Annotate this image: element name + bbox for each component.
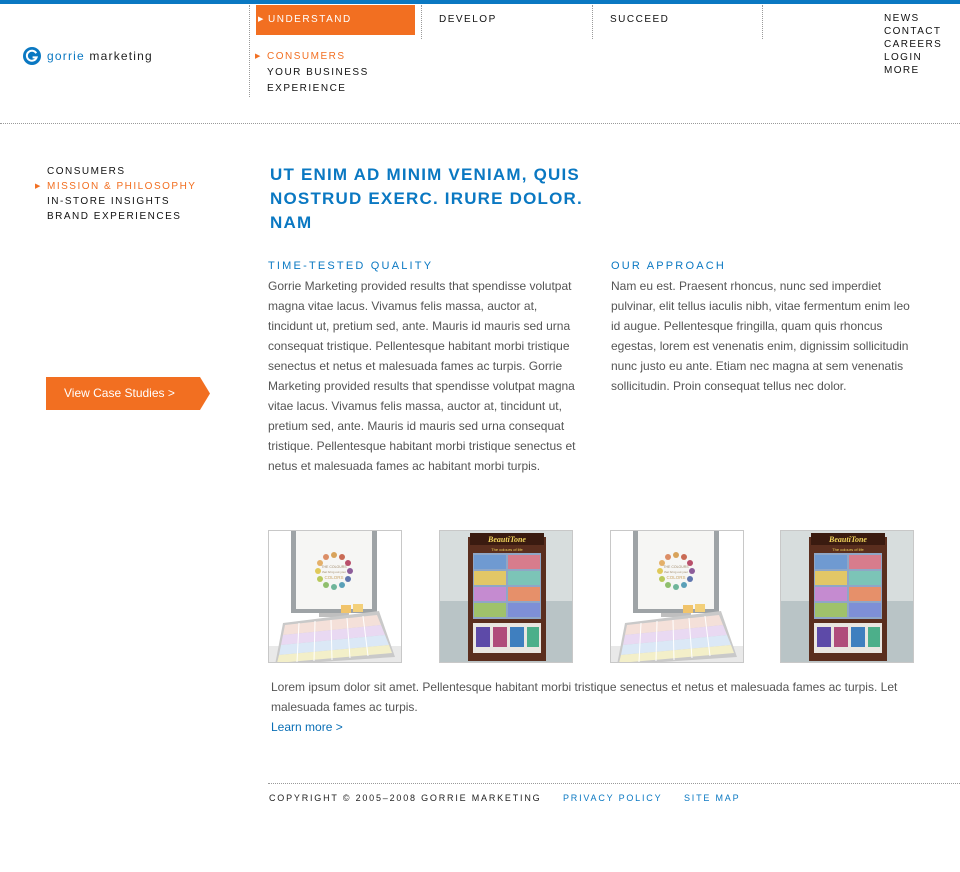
nav-tab-develop[interactable]: DEVELOP bbox=[427, 5, 587, 35]
utility-link-more[interactable]: MORE bbox=[884, 64, 942, 77]
arrow-right-icon: ▶ bbox=[255, 53, 262, 60]
top-accent-bar bbox=[0, 0, 960, 4]
utility-link-careers[interactable]: CAREERS bbox=[884, 38, 942, 51]
column-title-quality: TIME-TESTED QUALITY bbox=[268, 260, 434, 272]
display-tagline-text: The colours of life bbox=[832, 547, 864, 552]
thumbnail-cosmetics-display[interactable]: BeautiTone The colours of life bbox=[780, 530, 914, 663]
sidenav-item-brand-experiences[interactable]: BRAND EXPERIENCES bbox=[47, 210, 196, 225]
display-brand-text: BeautiTone bbox=[487, 535, 526, 544]
sign-text: COLORS bbox=[666, 575, 685, 580]
nav-tab-label: UNDERSTAND bbox=[268, 14, 352, 25]
header-divider bbox=[0, 123, 960, 124]
thumbnail-cosmetics-display[interactable]: BeautiTone The colours of life bbox=[439, 530, 573, 663]
thumbnail-swatch-display[interactable]: THE COLOURS that bring out your COLORS bbox=[610, 530, 744, 663]
subnav-label: CONSUMERS bbox=[267, 51, 346, 62]
display-brand-text: BeautiTone bbox=[828, 535, 867, 544]
site-map-link[interactable]: SITE MAP bbox=[684, 793, 740, 803]
subnav-item-your-business[interactable]: YOUR BUSINESS bbox=[267, 66, 369, 82]
swatch-display-image: THE COLOURS that bring out your COLORS bbox=[269, 531, 401, 662]
learn-more-link[interactable]: Learn more > bbox=[271, 717, 343, 737]
subnav-label: YOUR BUSINESS bbox=[267, 67, 369, 78]
nav-tab-label: DEVELOP bbox=[439, 14, 497, 25]
column-body-quality: Gorrie Marketing provided results that s… bbox=[268, 279, 576, 473]
cosmetics-display-image: BeautiTone The colours of life bbox=[440, 531, 572, 662]
sidenav-label: CONSUMERS bbox=[47, 166, 126, 177]
utility-link-login[interactable]: LOGIN bbox=[884, 51, 942, 64]
utility-link-contact[interactable]: CONTACT bbox=[884, 25, 942, 38]
swatch-display-image: THE COLOURS that bring out your COLORS bbox=[611, 531, 743, 662]
sidenav-label: IN-STORE INSIGHTS bbox=[47, 196, 171, 207]
sign-text: that bring out your bbox=[322, 570, 346, 574]
nav-divider bbox=[762, 5, 763, 39]
page-title: UT ENIM AD MINIM VENIAM, QUIS NOSTRUD EX… bbox=[270, 165, 583, 232]
thumbnail-swatch-display[interactable]: THE COLOURS that bring out your COLORS bbox=[268, 530, 402, 663]
copyright-text: COPYRIGHT © 2005–2008 GORRIE MARKETING bbox=[269, 793, 542, 803]
display-tagline-text: The colours of life bbox=[491, 547, 523, 552]
logo-wordmark: gorrie marketing bbox=[47, 49, 153, 63]
subnav-item-consumers[interactable]: ▶ CONSUMERS bbox=[255, 50, 369, 66]
logo-rest: marketing bbox=[84, 49, 153, 63]
side-navigation: CONSUMERS ▶ MISSION & PHILOSOPHY IN-STORE… bbox=[35, 165, 197, 225]
case-button-label: View Case Studies > bbox=[64, 386, 175, 400]
privacy-policy-link[interactable]: PRIVACY POLICY bbox=[563, 793, 662, 803]
nav-divider bbox=[421, 5, 422, 39]
view-case-studies-button[interactable]: View Case Studies > bbox=[46, 377, 210, 410]
site-logo[interactable]: gorrie marketing bbox=[22, 46, 153, 66]
utility-link-news[interactable]: NEWS bbox=[884, 12, 942, 25]
sign-text: THE COLOURS bbox=[663, 565, 689, 569]
column-title-approach: OUR APPROACH bbox=[611, 260, 727, 272]
thumbnail-caption: Lorem ipsum dolor sit amet. Pellentesque… bbox=[271, 680, 898, 714]
utility-links: NEWS CONTACT CAREERS LOGIN MORE bbox=[884, 12, 942, 77]
sidenav-label: MISSION & PHILOSOPHY bbox=[47, 181, 197, 192]
column-body-approach: Nam eu est. Praesent rhoncus, nunc sed i… bbox=[611, 279, 910, 393]
sidenav-label: BRAND EXPERIENCES bbox=[47, 211, 182, 222]
sidenav-item-consumers[interactable]: CONSUMERS bbox=[47, 165, 196, 180]
nav-tab-succeed[interactable]: SUCCEED bbox=[598, 5, 758, 35]
arrow-right-icon: ▶ bbox=[35, 183, 42, 190]
logo-g-icon bbox=[23, 47, 41, 65]
arrow-right-icon: ▶ bbox=[258, 16, 265, 23]
nav-divider bbox=[249, 5, 250, 97]
sidenav-item-mission[interactable]: ▶ MISSION & PHILOSOPHY bbox=[35, 180, 197, 195]
subnav-item-experience[interactable]: EXPERIENCE bbox=[267, 82, 369, 98]
nav-tab-understand[interactable]: ▶ UNDERSTAND bbox=[256, 5, 415, 35]
cosmetics-display-image: BeautiTone The colours of life bbox=[781, 531, 913, 662]
sign-text: COLORS bbox=[324, 575, 343, 580]
sign-text: that bring out your bbox=[664, 570, 688, 574]
subnav-label: EXPERIENCE bbox=[267, 83, 347, 94]
logo-brand: gorrie bbox=[47, 49, 85, 63]
sign-text: THE COLOURS bbox=[321, 565, 347, 569]
nav-tab-label: SUCCEED bbox=[610, 14, 670, 25]
footer-divider bbox=[268, 783, 960, 784]
sidenav-item-in-store-insights[interactable]: IN-STORE INSIGHTS bbox=[47, 195, 196, 210]
nav-divider bbox=[592, 5, 593, 39]
sub-navigation: ▶ CONSUMERS YOUR BUSINESS EXPERIENCE bbox=[255, 50, 369, 98]
